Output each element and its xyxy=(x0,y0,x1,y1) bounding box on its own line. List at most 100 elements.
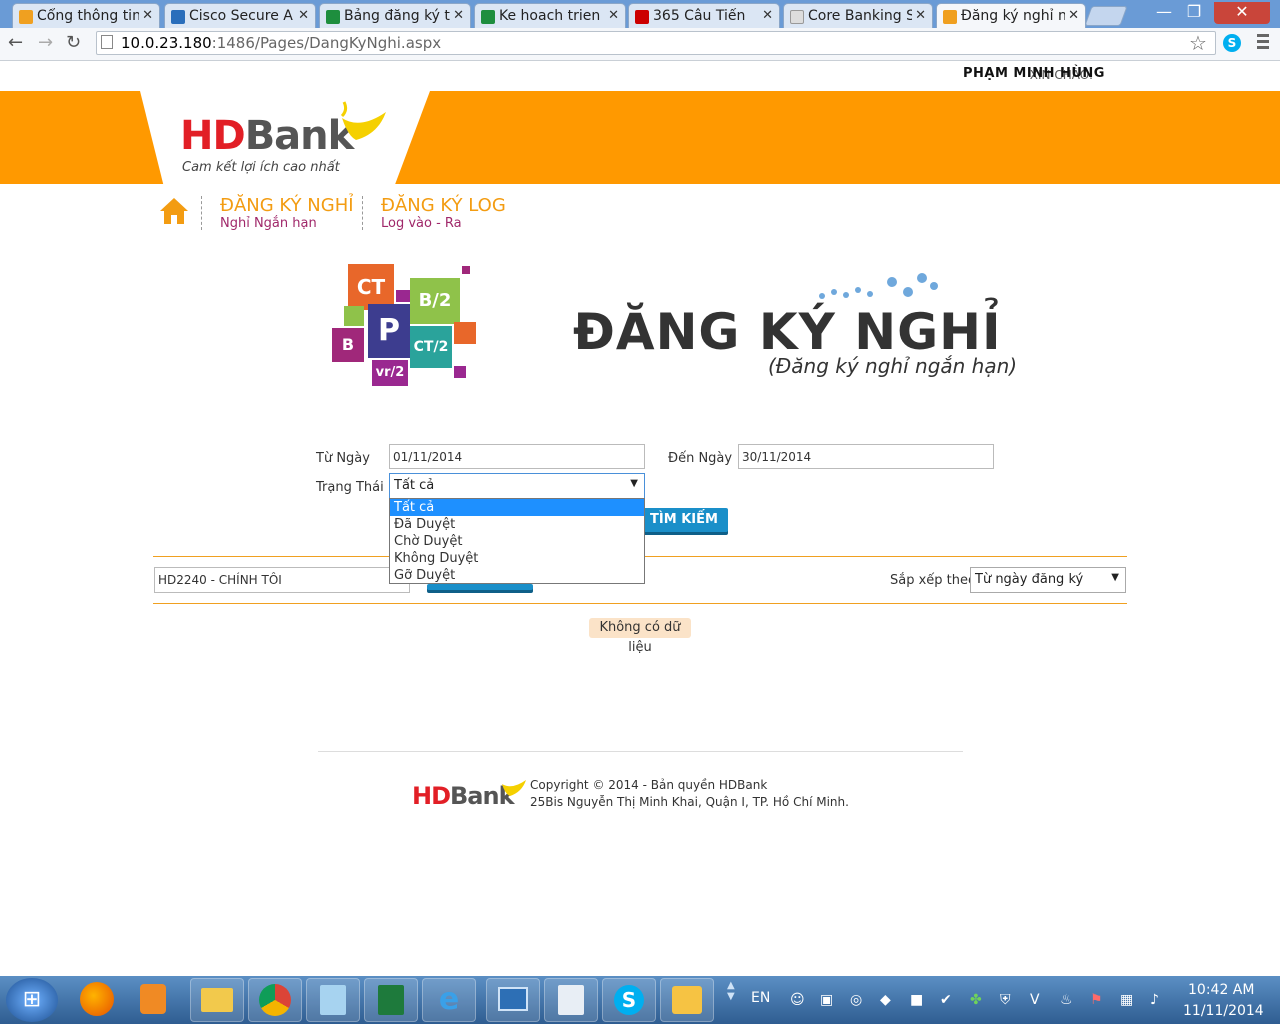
user-name: PHẠM MINH HÙNG xyxy=(963,66,1105,81)
status-select[interactable]: Tất cả ▼ xyxy=(389,473,645,499)
tab-close-icon[interactable]: ✕ xyxy=(1068,8,1079,23)
status-option[interactable]: Tất cả xyxy=(390,499,644,516)
browser-tab[interactable]: Cisco Secure A ✕ xyxy=(164,3,316,28)
footer-divider xyxy=(318,751,963,752)
status-dropdown-list: Tất cả Đã Duyệt Chờ Duyệt Không Duyệt Gỡ… xyxy=(389,498,645,584)
start-button[interactable]: ⊞ xyxy=(6,978,58,1022)
browser-tab[interactable]: 365 Câu Tiến ✕ xyxy=(628,3,780,28)
tab-favicon-icon xyxy=(326,10,340,24)
internet-explorer-icon[interactable]: e xyxy=(422,978,476,1022)
tray-app-icon[interactable]: ◆ xyxy=(880,992,891,1008)
tray-app-icon[interactable]: ■ xyxy=(910,992,923,1008)
tab-favicon-icon xyxy=(943,10,957,24)
language-indicator[interactable]: EN xyxy=(751,990,770,1006)
footer-logo: HDBank xyxy=(412,782,515,810)
forward-icon[interactable]: → xyxy=(38,32,53,53)
bookmark-star-icon[interactable]: ☆ xyxy=(1189,31,1207,55)
tray-shield-icon[interactable]: ⛨ xyxy=(1000,992,1011,1008)
tab-favicon-icon xyxy=(481,10,495,24)
tab-close-icon[interactable]: ✕ xyxy=(608,8,619,23)
tile-clock xyxy=(454,322,476,344)
view-button[interactable] xyxy=(427,584,533,590)
divider xyxy=(153,603,1127,604)
app-icon[interactable] xyxy=(544,978,598,1022)
firefox-icon[interactable] xyxy=(70,978,124,1022)
tray-emoticon-icon[interactable]: ☺ xyxy=(790,992,805,1008)
dropdown-arrow-icon: ▼ xyxy=(1111,572,1119,583)
clock-time[interactable]: 10:42 AM xyxy=(1188,982,1254,998)
tray-clover-icon[interactable]: ✤ xyxy=(970,992,982,1008)
copyright-text: Copyright © 2014 - Bản quyền HDBank xyxy=(530,778,768,792)
footer-copyright: Copyright © 2014 - Bản quyền HDBank 25Bi… xyxy=(530,777,849,811)
taskbar-scroll-icon[interactable]: ▲ ▼ xyxy=(727,980,735,1002)
clock-date[interactable]: 11/11/2014 xyxy=(1183,1003,1264,1019)
excel-icon[interactable] xyxy=(364,978,418,1022)
tray-app-icon[interactable]: ◎ xyxy=(850,992,862,1008)
chrome-icon[interactable] xyxy=(248,978,302,1022)
nav-item-dang-ky-log[interactable]: ĐĂNG KÝ LOG Log vào - Ra xyxy=(381,195,506,231)
tab-close-icon[interactable]: ✕ xyxy=(453,8,464,23)
tile-p: P xyxy=(368,304,410,358)
new-tab-button[interactable] xyxy=(1084,6,1128,26)
tray-network-icon[interactable]: ▣ xyxy=(820,992,833,1008)
tab-favicon-icon xyxy=(171,10,185,24)
skype-extension-icon[interactable]: S xyxy=(1223,34,1241,52)
tile-dot xyxy=(462,266,470,274)
menu-icon[interactable] xyxy=(1257,34,1269,50)
sort-select[interactable]: Từ ngày đăng ký ▼ xyxy=(970,567,1126,593)
remote-desktop-icon[interactable] xyxy=(486,978,540,1022)
logo-slogan: Cam kết lợi ích cao nhất xyxy=(182,160,340,175)
restore-button[interactable]: ❐ xyxy=(1180,2,1208,24)
browser-tab[interactable]: Bảng đăng ký t ✕ xyxy=(319,3,471,28)
browser-tab-active[interactable]: Đăng ký nghỉ n ✕ xyxy=(936,3,1086,28)
notepad-icon[interactable] xyxy=(306,978,360,1022)
nav-separator xyxy=(201,196,202,230)
reload-icon[interactable]: ↻ xyxy=(66,32,81,53)
dropdown-arrow-icon: ▼ xyxy=(630,478,638,489)
file-explorer-icon[interactable] xyxy=(190,978,244,1022)
hero-subtitle: (Đăng ký nghỉ ngắn hạn) xyxy=(768,354,1018,378)
tray-check-icon[interactable]: ✔ xyxy=(940,992,952,1008)
employee-input[interactable]: HD2240 - CHÍNH TÔI xyxy=(154,567,410,593)
hero-tiles-graphic: CT B/2 P CT/2 B vr/2 xyxy=(330,262,480,396)
outlook-icon[interactable] xyxy=(660,978,714,1022)
tray-network-status-icon[interactable]: ▦ xyxy=(1120,992,1133,1008)
nav-item-subtitle: Log vào - Ra xyxy=(381,216,462,231)
status-option[interactable]: Gỡ Duyệt xyxy=(390,567,644,584)
tab-close-icon[interactable]: ✕ xyxy=(762,8,773,23)
logo-swoosh-icon xyxy=(340,101,386,140)
hdbank-logo[interactable]: HDBank xyxy=(180,113,354,159)
status-option[interactable]: Chờ Duyệt xyxy=(390,533,644,550)
tile-chart xyxy=(344,306,364,326)
tab-close-icon[interactable]: ✕ xyxy=(142,8,153,23)
tray-flag-icon[interactable]: ⚑ xyxy=(1090,992,1103,1008)
tab-close-icon[interactable]: ✕ xyxy=(298,8,309,23)
footer-logo-swoosh-icon xyxy=(502,780,526,796)
from-date-label: Từ Ngày xyxy=(316,451,370,466)
status-selected-value: Tất cả xyxy=(394,478,435,493)
tile-ct2: CT/2 xyxy=(410,326,452,368)
browser-tab[interactable]: Core Banking S ✕ xyxy=(783,3,933,28)
status-option[interactable]: Đã Duyệt xyxy=(390,516,644,533)
nav-item-dang-ky-nghi[interactable]: ĐĂNG KÝ NGHỈ Nghỉ Ngắn hạn xyxy=(220,195,354,231)
tile-vr2: vr/2 xyxy=(372,360,408,386)
close-window-button[interactable]: ✕ xyxy=(1214,2,1270,24)
tab-close-icon[interactable]: ✕ xyxy=(915,8,926,23)
status-option[interactable]: Không Duyệt xyxy=(390,550,644,567)
address-bar[interactable]: 10.0.23.180:1486/Pages/DangKyNghi.aspx xyxy=(96,31,1216,55)
to-date-input[interactable]: 30/11/2014 xyxy=(738,444,994,469)
flowers-decoration xyxy=(819,273,938,299)
back-icon[interactable]: ← xyxy=(8,32,23,53)
browser-tab[interactable]: Cổng thông tin ✕ xyxy=(12,3,160,28)
media-player-icon[interactable] xyxy=(126,978,180,1022)
browser-tab[interactable]: Ke hoach trien ✕ xyxy=(474,3,626,28)
tile-b2: B/2 xyxy=(410,278,460,324)
minimize-button[interactable]: — xyxy=(1150,2,1178,24)
skype-icon[interactable]: S xyxy=(602,978,656,1022)
tray-volume-icon[interactable]: ♪ xyxy=(1150,992,1159,1008)
home-icon[interactable] xyxy=(158,196,190,226)
tray-java-icon[interactable]: ♨ xyxy=(1060,992,1073,1008)
page-icon xyxy=(101,35,113,49)
tray-vietkey-icon[interactable]: V xyxy=(1030,992,1040,1008)
from-date-input[interactable]: 01/11/2014 xyxy=(389,444,645,469)
